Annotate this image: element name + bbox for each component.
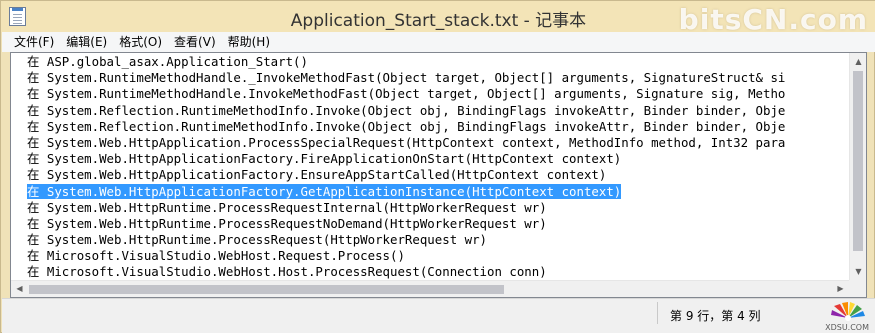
scrollbar-corner [849, 280, 866, 297]
selected-line-prefix: 在 [27, 183, 47, 199]
logo-label: XDSU.COM [825, 323, 869, 332]
text-line[interactable]: 在 System.RuntimeMethodHandle._InvokeMeth… [27, 70, 848, 86]
text-line[interactable]: 在 ASP.global_asax.Application_Start() [27, 54, 848, 70]
text-line[interactable]: 在 System.Web.HttpRuntime.ProcessRequest(… [27, 232, 848, 248]
line-text: Microsoft.VisualStudio.WebHost.Request.P… [46, 248, 405, 264]
title-bar[interactable]: Application_Start_stack.txt - 记事本 bitsCN… [1, 1, 875, 36]
line-prefix: 在 [27, 86, 47, 102]
notepad-window: Application_Start_stack.txt - 记事本 bitsCN… [0, 0, 875, 333]
text-line[interactable]: 在 System.Reflection.RuntimeMethodInfo.In… [27, 103, 848, 119]
line-text: System.Web.HttpRuntime.ProcessRequestNoD… [46, 215, 547, 231]
status-divider [657, 302, 658, 324]
text-editor[interactable]: 在 ASP.global_asax.Application_Start() 在 S… [10, 52, 867, 298]
scroll-down-arrow-icon[interactable]: ▼ [850, 263, 866, 280]
text-line[interactable]: 在 System.Web.HttpApplicationFactory.Fire… [27, 151, 848, 167]
line-prefix: 在 [27, 54, 47, 69]
menu-bar: 文件(F) 编辑(E) 格式(O) 查看(V) 帮助(H) [2, 32, 875, 52]
line-prefix: 在 [27, 151, 47, 167]
text-line[interactable]: 在 System.Web.HttpApplication.ProcessSpec… [27, 135, 848, 151]
line-text: System.Web.HttpApplicationFactory.Ensure… [46, 167, 607, 183]
line-text: System.Web.HttpApplication.ProcessSpecia… [46, 134, 786, 150]
vertical-scroll-thumb[interactable] [853, 71, 863, 251]
line-text: System.RuntimeMethodHandle._InvokeMethod… [46, 70, 786, 86]
text-line[interactable]: 在 System.Reflection.RuntimeMethodInfo.In… [27, 119, 848, 135]
line-prefix: 在 [27, 70, 47, 86]
line-text: System.Web.HttpRuntime.ProcessRequestInt… [46, 199, 547, 215]
scroll-left-arrow-icon[interactable]: ◀ [11, 281, 28, 297]
line-text: System.Web.HttpApplicationFactory.FireAp… [46, 151, 622, 167]
line-prefix: 在 [27, 264, 47, 280]
vertical-scrollbar[interactable]: ▲ ▼ [849, 53, 866, 280]
line-text: System.Reflection.RuntimeMethodInfo.Invo… [46, 118, 786, 134]
selected-line-text: System.Web.HttpApplicationFactory.GetApp… [46, 183, 622, 199]
line-text: System.RuntimeMethodHandle.InvokeMethodF… [46, 86, 786, 102]
menu-format[interactable]: 格式(O) [113, 32, 168, 52]
text-line[interactable]: 在 System.Web.HttpApplicationFactory.Ensu… [27, 167, 848, 183]
horizontal-scroll-thumb[interactable] [29, 285, 504, 294]
status-bar: 第 9 行，第 4 列 XDSU.COM [2, 298, 875, 333]
line-prefix: 在 [27, 118, 47, 134]
line-prefix: 在 [27, 215, 47, 231]
text-content[interactable]: 在 ASP.global_asax.Application_Start() 在 S… [27, 54, 848, 280]
line-prefix: 在 [27, 248, 47, 264]
line-text: ASP.global_asax.Application_Start() [46, 54, 308, 69]
line-text: System.Reflection.RuntimeMethodInfo.Invo… [46, 102, 786, 118]
line-text: System.Web.HttpRuntime.ProcessRequest(Ht… [46, 232, 487, 248]
line-prefix: 在 [27, 167, 47, 183]
line-prefix: 在 [27, 102, 47, 118]
line-text: Microsoft.VisualStudio.WebHost.Host.Proc… [46, 264, 547, 280]
text-line[interactable]: 在 System.RuntimeMethodHandle.InvokeMetho… [27, 86, 848, 102]
line-prefix: 在 [27, 134, 47, 150]
menu-view[interactable]: 查看(V) [168, 32, 222, 52]
text-line[interactable]: 在 Microsoft.VisualStudio.WebHost.Host.Pr… [27, 264, 848, 280]
cursor-position: 第 9 行，第 4 列 [670, 309, 761, 323]
text-line[interactable]: 在 System.Web.HttpRuntime.ProcessRequestN… [27, 216, 848, 232]
line-prefix: 在 [27, 199, 47, 215]
text-line[interactable]: 在 System.Web.HttpApplicationFactory.GetA… [27, 183, 848, 200]
menu-file[interactable]: 文件(F) [8, 32, 60, 52]
scroll-up-arrow-icon[interactable]: ▲ [850, 53, 866, 70]
text-line[interactable]: 在 System.Web.HttpRuntime.ProcessRequestI… [27, 200, 848, 216]
text-line[interactable]: 在 Microsoft.VisualStudio.WebHost.Request… [27, 248, 848, 264]
scroll-right-arrow-icon[interactable]: ▶ [832, 281, 849, 297]
menu-help[interactable]: 帮助(H) [222, 32, 276, 52]
line-prefix: 在 [27, 232, 47, 248]
horizontal-scrollbar[interactable]: ◀ ▶ [11, 280, 849, 297]
menu-edit[interactable]: 编辑(E) [60, 32, 113, 52]
